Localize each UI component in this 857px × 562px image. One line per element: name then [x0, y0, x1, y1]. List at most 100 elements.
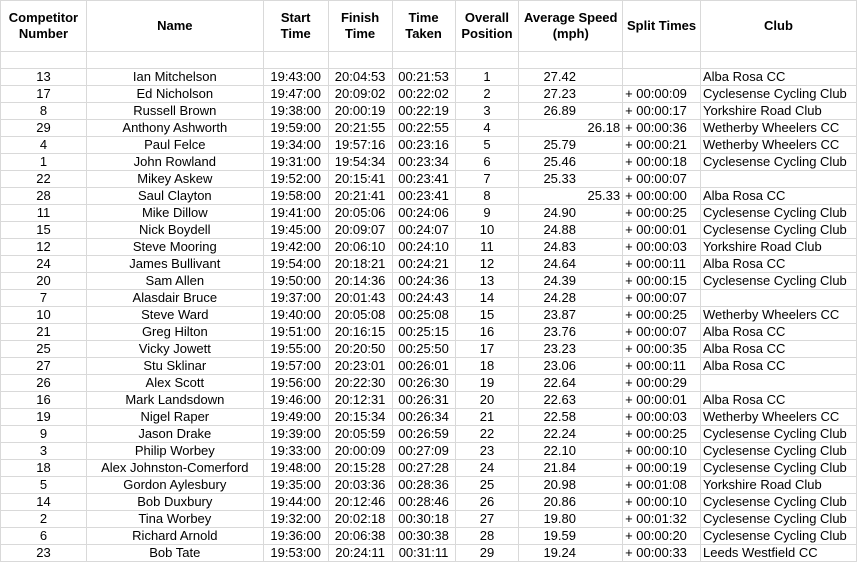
competitor-number-cell[interactable]: 17	[0, 85, 87, 103]
finish-time-cell[interactable]: 20:15:41	[327, 170, 393, 188]
club-cell[interactable]: Cyclesense Cycling Club	[700, 442, 857, 460]
start-time-cell[interactable]: 19:54:00	[262, 255, 329, 273]
average-speed-cell[interactable]: 24.39	[518, 272, 624, 290]
start-time-cell[interactable]: 19:34:00	[262, 136, 329, 154]
start-time-cell[interactable]: 19:46:00	[262, 391, 329, 409]
time-taken-cell[interactable]: 00:28:46	[391, 493, 456, 511]
finish-time-cell[interactable]: 20:20:50	[327, 340, 393, 358]
split-time-cell[interactable]: + 00:00:17	[622, 102, 701, 120]
club-cell[interactable]	[700, 289, 857, 307]
club-cell[interactable]: Yorkshire Road Club	[700, 476, 857, 494]
overall-position-cell[interactable]: 25	[454, 476, 520, 494]
club-cell[interactable]: Cyclesense Cycling Club	[700, 493, 857, 511]
average-speed-cell[interactable]: 24.64	[518, 255, 624, 273]
time-taken-cell[interactable]: 00:24:36	[391, 272, 456, 290]
start-time-cell[interactable]: 19:31:00	[262, 153, 329, 171]
club-cell[interactable]: Cyclesense Cycling Club	[700, 85, 857, 103]
average-speed-cell[interactable]: 24.90	[518, 204, 624, 222]
start-time-cell[interactable]: 19:53:00	[262, 544, 329, 562]
finish-time-cell[interactable]: 20:00:19	[327, 102, 393, 120]
finish-time-cell[interactable]: 19:54:34	[327, 153, 393, 171]
average-speed-cell[interactable]: 24.88	[518, 221, 624, 239]
finish-time-cell[interactable]: 20:02:18	[327, 510, 393, 528]
name-cell[interactable]: Saul Clayton	[85, 187, 264, 205]
average-speed-cell[interactable]: 22.58	[518, 408, 624, 426]
overall-position-cell[interactable]: 17	[454, 340, 520, 358]
split-time-cell[interactable]: + 00:00:09	[622, 85, 701, 103]
start-time-cell[interactable]: 19:55:00	[262, 340, 329, 358]
name-cell[interactable]: Ed Nicholson	[85, 85, 264, 103]
finish-time-cell[interactable]: 20:06:38	[327, 527, 393, 545]
start-time-cell[interactable]: 19:45:00	[262, 221, 329, 239]
start-time-cell[interactable]: 19:41:00	[262, 204, 329, 222]
name-cell[interactable]: Bob Tate	[85, 544, 264, 562]
time-taken-cell[interactable]: 00:23:34	[391, 153, 456, 171]
average-speed-cell[interactable]: 21.84	[518, 459, 624, 477]
club-cell[interactable]: Alba Rosa CC	[700, 68, 857, 86]
start-time-cell[interactable]: 19:44:00	[262, 493, 329, 511]
split-time-cell[interactable]: + 00:01:08	[622, 476, 701, 494]
club-cell[interactable]: Alba Rosa CC	[700, 357, 857, 375]
finish-time-cell[interactable]: 20:06:10	[327, 238, 393, 256]
overall-position-cell[interactable]: 14	[454, 289, 520, 307]
average-speed-cell[interactable]: 27.42	[518, 68, 624, 86]
finish-time-cell[interactable]: 20:22:30	[327, 374, 393, 392]
time-taken-cell[interactable]: 00:21:53	[391, 68, 456, 86]
overall-position-cell[interactable]: 5	[454, 136, 520, 154]
header-overall-position[interactable]: Overall Position	[454, 0, 520, 52]
time-taken-cell[interactable]: 00:26:34	[391, 408, 456, 426]
empty-cell[interactable]	[518, 51, 624, 69]
club-cell[interactable]: Yorkshire Road Club	[700, 238, 857, 256]
competitor-number-cell[interactable]: 8	[0, 102, 87, 120]
competitor-number-cell[interactable]: 3	[0, 442, 87, 460]
finish-time-cell[interactable]: 19:57:16	[327, 136, 393, 154]
time-taken-cell[interactable]: 00:23:41	[391, 187, 456, 205]
split-time-cell[interactable]: + 00:00:25	[622, 306, 701, 324]
time-taken-cell[interactable]: 00:26:59	[391, 425, 456, 443]
time-taken-cell[interactable]: 00:24:21	[391, 255, 456, 273]
competitor-number-cell[interactable]: 28	[0, 187, 87, 205]
split-time-cell[interactable]	[622, 68, 701, 86]
split-time-cell[interactable]: + 00:00:07	[622, 289, 701, 307]
club-cell[interactable]: Alba Rosa CC	[700, 391, 857, 409]
average-speed-cell[interactable]: 25.79	[518, 136, 624, 154]
time-taken-cell[interactable]: 00:30:38	[391, 527, 456, 545]
club-cell[interactable]: Cyclesense Cycling Club	[700, 527, 857, 545]
overall-position-cell[interactable]: 6	[454, 153, 520, 171]
start-time-cell[interactable]: 19:56:00	[262, 374, 329, 392]
name-cell[interactable]: Nick Boydell	[85, 221, 264, 239]
time-taken-cell[interactable]: 00:23:16	[391, 136, 456, 154]
start-time-cell[interactable]: 19:49:00	[262, 408, 329, 426]
finish-time-cell[interactable]: 20:21:41	[327, 187, 393, 205]
club-cell[interactable]: Wetherby Wheelers CC	[700, 136, 857, 154]
finish-time-cell[interactable]: 20:05:06	[327, 204, 393, 222]
finish-time-cell[interactable]: 20:05:08	[327, 306, 393, 324]
name-cell[interactable]: Russell Brown	[85, 102, 264, 120]
average-speed-cell[interactable]: 19.59	[518, 527, 624, 545]
name-cell[interactable]: Alex Scott	[85, 374, 264, 392]
time-taken-cell[interactable]: 00:22:02	[391, 85, 456, 103]
competitor-number-cell[interactable]: 19	[0, 408, 87, 426]
header-finish-time[interactable]: Finish Time	[327, 0, 393, 52]
start-time-cell[interactable]: 19:59:00	[262, 119, 329, 137]
name-cell[interactable]: Richard Arnold	[85, 527, 264, 545]
name-cell[interactable]: Bob Duxbury	[85, 493, 264, 511]
split-time-cell[interactable]: + 00:00:01	[622, 391, 701, 409]
time-taken-cell[interactable]: 00:24:43	[391, 289, 456, 307]
empty-cell[interactable]	[262, 51, 329, 69]
overall-position-cell[interactable]: 19	[454, 374, 520, 392]
split-time-cell[interactable]: + 00:00:03	[622, 238, 701, 256]
finish-time-cell[interactable]: 20:04:53	[327, 68, 393, 86]
time-taken-cell[interactable]: 00:25:50	[391, 340, 456, 358]
club-cell[interactable]: Wetherby Wheelers CC	[700, 119, 857, 137]
start-time-cell[interactable]: 19:36:00	[262, 527, 329, 545]
split-time-cell[interactable]: + 00:00:36	[622, 119, 701, 137]
empty-cell[interactable]	[700, 51, 857, 69]
name-cell[interactable]: Paul Felce	[85, 136, 264, 154]
club-cell[interactable]: Cyclesense Cycling Club	[700, 425, 857, 443]
club-cell[interactable]: Alba Rosa CC	[700, 187, 857, 205]
competitor-number-cell[interactable]: 23	[0, 544, 87, 562]
finish-time-cell[interactable]: 20:21:55	[327, 119, 393, 137]
finish-time-cell[interactable]: 20:01:43	[327, 289, 393, 307]
start-time-cell[interactable]: 19:48:00	[262, 459, 329, 477]
